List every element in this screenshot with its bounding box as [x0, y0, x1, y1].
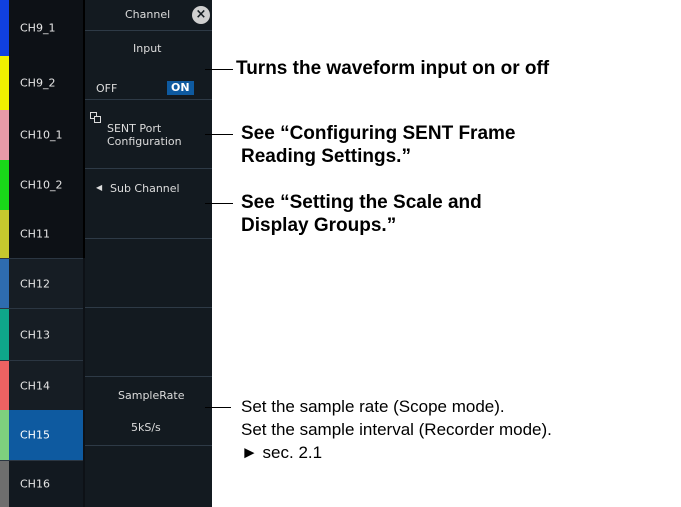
channel-item-ch9-1[interactable]: CH9_1	[0, 0, 83, 56]
sub-channel-button[interactable]: ◀ Sub Channel	[85, 169, 212, 239]
callout-rate-line1: Set the sample rate (Scope mode).	[241, 397, 505, 416]
menu-header: Channel ×	[85, 0, 212, 31]
close-icon[interactable]: ×	[192, 6, 210, 24]
channel-item-ch11[interactable]: CH11	[0, 210, 83, 258]
callout-leader-sample-rate	[205, 407, 231, 408]
channel-label: CH13	[20, 328, 50, 341]
channel-color-swatch	[0, 259, 9, 308]
sample-rate-button[interactable]: SampleRate 5kS/s	[85, 377, 212, 446]
channel-label: CH9_1	[20, 21, 56, 35]
callout-rate-line2: Set the sample interval (Recorder mode).	[241, 420, 552, 439]
sample-rate-value: 5kS/s	[131, 421, 161, 434]
channel-label: CH16	[20, 477, 50, 491]
channel-item-ch15[interactable]: CH15	[0, 410, 83, 460]
channel-item-ch12[interactable]: CH12	[0, 258, 83, 308]
channel-item-ch9-2[interactable]: CH9_2	[0, 56, 83, 110]
channel-item-ch14[interactable]: CH14	[0, 360, 83, 410]
empty-menu-slot	[85, 308, 212, 377]
empty-menu-slot	[85, 446, 212, 507]
callout-sent-line1: See “Configuring SENT Frame	[241, 123, 516, 144]
channel-label: CH12	[20, 277, 50, 290]
input-on-option[interactable]: ON	[167, 81, 194, 95]
channel-label: CH9_2	[20, 76, 56, 90]
channel-label: CH15	[20, 428, 50, 442]
channel-color-swatch	[0, 160, 9, 210]
callout-sub-line1: See “Setting the Scale and	[241, 192, 482, 213]
channel-item-ch13[interactable]: CH13	[0, 308, 83, 360]
sample-rate-label: SampleRate	[118, 389, 185, 402]
menu-title: Channel	[125, 8, 171, 21]
channel-color-swatch	[0, 210, 9, 258]
channel-color-swatch	[0, 410, 9, 460]
channel-list: CH9_1 CH9_2 CH10_1 CH10_2 CH11 CH12 CH13…	[0, 0, 85, 507]
channel-color-swatch	[0, 110, 9, 160]
channel-label: CH10_1	[20, 128, 63, 142]
channel-menu-panel: Channel × Input OFF ON SENT Port Configu…	[85, 0, 212, 507]
sent-port-label-line2: Configuration	[107, 135, 182, 148]
channel-color-swatch	[0, 309, 9, 360]
callout-leader-sub-channel	[205, 203, 233, 204]
sent-port-label-line1: SENT Port	[107, 122, 162, 135]
channel-item-ch10-2[interactable]: CH10_2	[0, 160, 83, 210]
sub-channel-label: Sub Channel	[110, 182, 180, 195]
channel-label: CH11	[20, 227, 50, 241]
submenu-icon	[90, 112, 101, 123]
input-label: Input	[133, 42, 162, 55]
callout-sent-line2: Reading Settings.”	[241, 146, 411, 167]
channel-color-swatch	[0, 56, 9, 110]
empty-menu-slot	[85, 239, 212, 308]
channel-item-ch10-1[interactable]: CH10_1	[0, 110, 83, 160]
callout-leader-sent	[205, 134, 233, 135]
callout-leader-input	[205, 69, 233, 70]
channel-label: CH10_2	[20, 178, 63, 192]
input-toggle[interactable]: Input OFF ON	[85, 31, 212, 100]
chevron-left-icon: ◀	[96, 183, 103, 192]
channel-item-ch16[interactable]: CH16	[0, 460, 83, 507]
callout-sub-line2: Display Groups.”	[241, 215, 397, 236]
sent-port-configuration-button[interactable]: SENT Port Configuration	[85, 100, 212, 169]
input-off-option[interactable]: OFF	[96, 82, 117, 95]
channel-color-swatch	[0, 361, 9, 410]
channel-label: CH14	[20, 379, 50, 392]
channel-color-swatch	[0, 0, 9, 56]
callout-rate-line3: ► sec. 2.1	[241, 443, 323, 462]
callout-input: Turns the waveform input on or off	[236, 58, 550, 79]
channel-color-swatch	[0, 461, 9, 507]
